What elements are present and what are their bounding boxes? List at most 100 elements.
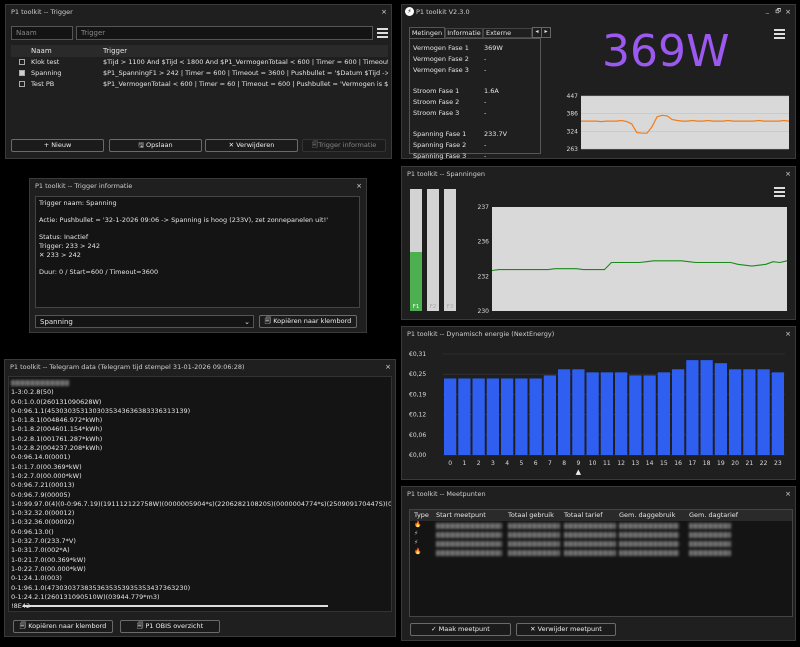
column-header[interactable]: Gem. daggebruik xyxy=(619,511,675,519)
table-row[interactable]: 🔥 xyxy=(410,548,792,557)
trigger-info-titlebar[interactable]: P1 toolkit -- Trigger informatie × xyxy=(30,179,366,193)
price-bar[interactable] xyxy=(529,378,542,455)
close-icon[interactable]: × xyxy=(356,179,362,193)
price-bar[interactable] xyxy=(643,375,656,455)
row-checkbox[interactable] xyxy=(19,70,25,76)
column-header-trigger[interactable]: Trigger xyxy=(103,47,127,55)
telegram-text: 1-3:0.2.8(50) 0-0:1.0.0(260131090628W) 0-0… xyxy=(8,376,392,612)
price-bar[interactable] xyxy=(714,363,727,455)
column-header[interactable]: Start meetpunt xyxy=(436,511,486,519)
x-tick-label: 5 xyxy=(519,460,523,467)
table-row[interactable]: ⚡ xyxy=(410,530,792,539)
close-icon[interactable]: × xyxy=(785,167,791,181)
row-checkbox[interactable] xyxy=(19,59,25,65)
main-titlebar[interactable]: ⚡ P1 toolkit V2.3.0 _ 🗗 × xyxy=(402,5,795,19)
make-meetpunt-button[interactable]: ✓ Maak meetpunt xyxy=(410,623,511,636)
table-row[interactable]: 🔥 xyxy=(410,521,792,530)
y-tick-label: €0,12 xyxy=(409,412,426,419)
metric-value: 369W xyxy=(484,44,503,52)
column-header[interactable]: Gem. dagtarief xyxy=(689,511,738,519)
y-tick-label: 236 xyxy=(478,238,490,245)
close-icon[interactable]: × xyxy=(381,5,387,19)
table-row[interactable]: Spanning $P1_SpanningF1 > 242 | Timer = 6… xyxy=(11,68,388,79)
close-icon[interactable]: × xyxy=(385,360,391,374)
price-bar[interactable] xyxy=(657,372,670,455)
price-bar[interactable] xyxy=(486,378,499,455)
voltage-titlebar[interactable]: P1 toolkit -- Spanningen × xyxy=(402,167,795,181)
meetpunten-titlebar[interactable]: P1 toolkit -- Meetpunten × xyxy=(402,487,795,501)
trigger-info-button[interactable]: 🗐Trigger informatie xyxy=(302,139,386,152)
metric-value: - xyxy=(484,141,487,150)
price-bar[interactable] xyxy=(757,369,770,455)
obis-overview-button[interactable]: 🗐 P1 OBIS overzicht xyxy=(120,620,220,633)
y-tick-label: 237 xyxy=(478,204,490,211)
price-bar[interactable] xyxy=(515,378,528,455)
energy-titlebar[interactable]: P1 toolkit -- Dynamisch energie (NextEne… xyxy=(402,327,795,341)
minimize-icon[interactable]: _ xyxy=(766,3,769,17)
hamburger-menu-icon[interactable] xyxy=(774,29,785,41)
close-icon[interactable]: × xyxy=(785,487,791,501)
price-bar[interactable] xyxy=(600,372,613,455)
column-header[interactable]: Type xyxy=(414,511,429,519)
x-tick-label: 20 xyxy=(731,460,739,467)
column-header[interactable]: Totaal tarief xyxy=(564,511,603,519)
tab-externe-metingen[interactable]: Externe metingen xyxy=(483,28,532,38)
price-bar[interactable] xyxy=(700,360,713,455)
row-checkbox[interactable] xyxy=(19,81,25,87)
trigger-window-titlebar[interactable]: P1 toolkit -- Trigger × xyxy=(6,5,391,19)
remove-meetpunt-button[interactable]: ✕ Verwijder meetpunt xyxy=(516,623,616,636)
delete-button[interactable]: ✕ Verwijderen xyxy=(205,139,298,152)
save-button[interactable]: 🖫 Opslaan xyxy=(109,139,202,152)
hamburger-menu-icon[interactable] xyxy=(774,187,785,199)
trigger-name: Spanning xyxy=(31,69,62,77)
energy-price-bar-chart: €0,31€0,25€0,19€0,12€0,06€0,000 1 2 3 4 5 6 7 8 9… xyxy=(409,351,785,476)
price-bar[interactable] xyxy=(629,375,642,455)
price-bar[interactable] xyxy=(472,378,485,455)
x-tick-label: 12 xyxy=(617,460,625,467)
close-icon[interactable]: × xyxy=(785,327,791,341)
trigger-filter-input[interactable]: Trigger xyxy=(76,26,373,40)
big-power-value: 369W xyxy=(602,26,730,77)
horizontal-scrollbar[interactable] xyxy=(23,605,328,607)
price-bar[interactable] xyxy=(444,378,457,455)
copy-clipboard-button[interactable]: 🗐 Kopiëren naar klembord xyxy=(13,620,113,633)
trigger-expression: $Tijd > 1100 And $Tijd < 1800 And $P1_Ve… xyxy=(103,58,388,66)
price-bar[interactable] xyxy=(615,372,628,455)
trigger-select[interactable]: Spanning ⌄ xyxy=(35,315,254,328)
copy-clipboard-button[interactable]: 🗐 Kopiëren naar klembord xyxy=(259,315,357,328)
y-tick-label: €0,25 xyxy=(409,371,426,378)
price-bar[interactable] xyxy=(572,369,585,455)
tab-metingen[interactable]: Metingen xyxy=(409,27,445,38)
price-bar[interactable] xyxy=(729,369,742,455)
table-header: Naam Trigger xyxy=(11,45,388,57)
column-header-name[interactable]: Naam xyxy=(31,47,52,55)
price-bar[interactable] xyxy=(686,360,699,455)
telegram-line: 1-0:22.7.0(00.000*kW) xyxy=(11,564,86,573)
price-bar[interactable] xyxy=(586,372,599,455)
x-tick-label: 0 xyxy=(448,460,452,467)
telegram-titlebar[interactable]: P1 toolkit -- Telegram data (Telegram ti… xyxy=(5,360,395,374)
phase-label: F1 xyxy=(412,304,420,310)
metric-label: Stroom Fase 3 xyxy=(413,108,460,117)
price-bar[interactable] xyxy=(672,369,685,455)
telegram-line: 0-0:96.14.0(0001) xyxy=(11,453,71,462)
price-bar[interactable] xyxy=(543,375,556,455)
new-trigger-button[interactable]: + Nieuw xyxy=(11,139,104,152)
table-row[interactable]: Klok test $Tijd > 1100 And $Tijd < 1800 A… xyxy=(11,57,388,68)
close-icon[interactable]: × xyxy=(785,5,791,19)
x-tick-label: 1 xyxy=(462,460,466,467)
price-bar[interactable] xyxy=(771,372,784,455)
table-row[interactable]: ⚡ xyxy=(410,539,792,548)
price-bar[interactable] xyxy=(743,369,756,455)
column-header[interactable]: Totaal gebruik xyxy=(508,511,554,519)
tab-scroll-right-icon[interactable]: ▸ xyxy=(541,27,551,38)
price-bar[interactable] xyxy=(558,369,571,455)
metric-row: Spanning Fase 1 233.7V xyxy=(413,129,537,140)
table-row[interactable]: Test PB $P1_VermogenTotaal < 600 | Timer … xyxy=(11,79,388,90)
price-bar[interactable] xyxy=(458,378,471,455)
price-bar[interactable] xyxy=(501,378,514,455)
restore-icon[interactable]: 🗗 xyxy=(775,5,781,19)
name-filter-input[interactable]: Naam xyxy=(11,26,73,40)
hamburger-menu-icon[interactable] xyxy=(377,28,388,40)
tab-informatie[interactable]: Informatie xyxy=(445,28,483,38)
